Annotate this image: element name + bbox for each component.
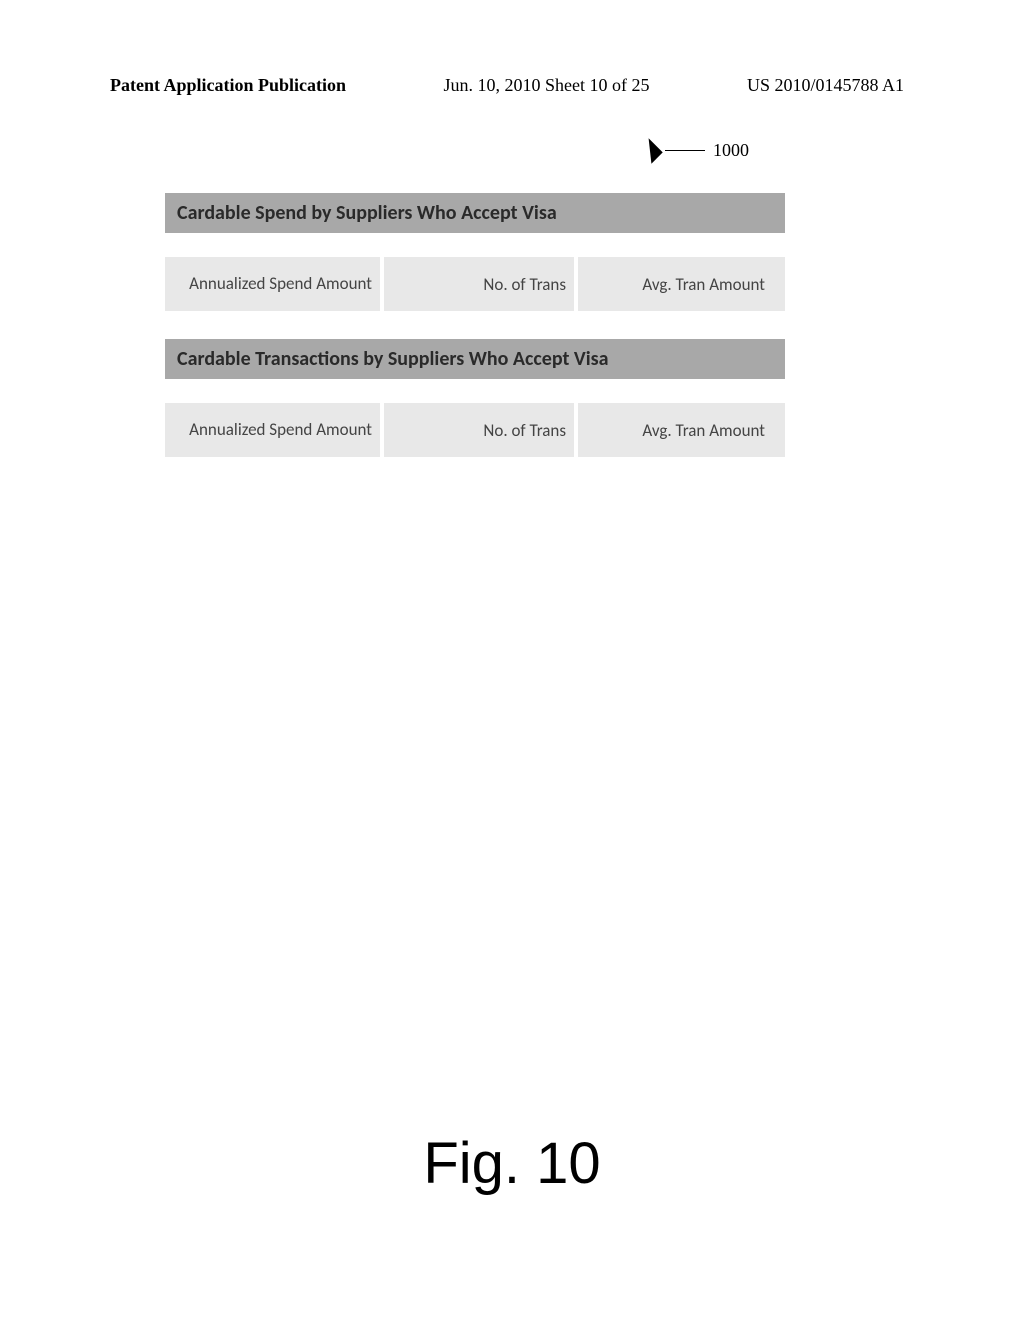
column-headers-2: Annualized Spend Amount No. of Trans Avg… xyxy=(165,403,785,457)
content-area: Cardable Spend by Suppliers Who Accept V… xyxy=(165,193,785,485)
figure-caption: Fig. 10 xyxy=(0,1130,1024,1197)
column-header-avg: Avg. Tran Amount xyxy=(578,257,785,311)
arrow-icon xyxy=(637,138,662,163)
column-header-trans: No. of Trans xyxy=(384,403,574,457)
header-date-sheet: Jun. 10, 2010 Sheet 10 of 25 xyxy=(444,75,650,96)
leader-line xyxy=(665,150,705,151)
column-headers-1: Annualized Spend Amount No. of Trans Avg… xyxy=(165,257,785,311)
header-patent-number: US 2010/0145788 A1 xyxy=(747,75,904,96)
figure-reference-label: 1000 xyxy=(640,140,749,161)
section-title-1: Cardable Spend by Suppliers Who Accept V… xyxy=(165,193,785,233)
page-header: Patent Application Publication Jun. 10, … xyxy=(110,75,904,96)
column-header-trans: No. of Trans xyxy=(384,257,574,311)
section-title-2: Cardable Transactions by Suppliers Who A… xyxy=(165,339,785,379)
column-header-spend: Annualized Spend Amount xyxy=(165,403,380,457)
column-header-spend: Annualized Spend Amount xyxy=(165,257,380,311)
figure-number: 1000 xyxy=(713,140,749,161)
column-header-avg: Avg. Tran Amount xyxy=(578,403,785,457)
header-publication: Patent Application Publication xyxy=(110,75,346,96)
